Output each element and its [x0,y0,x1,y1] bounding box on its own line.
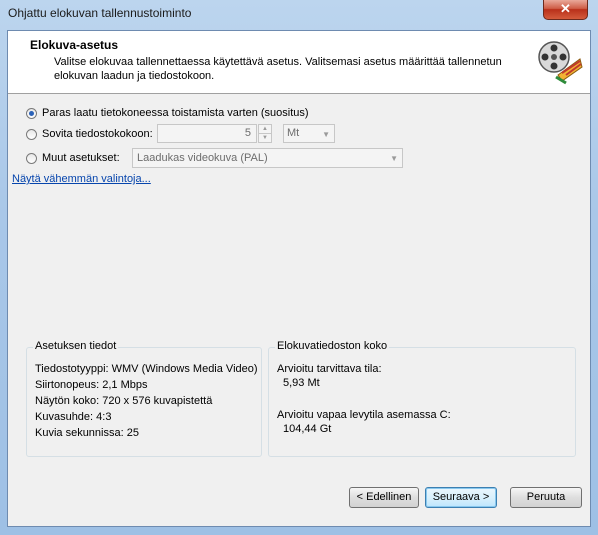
file-size-title: Elokuvatiedoston koko [275,340,390,352]
close-button[interactable]: ✕ [543,0,588,20]
file-size-input[interactable]: 5 [157,124,257,143]
size-unit-select[interactable]: Mt ▼ [283,124,335,143]
info-line: Tiedostotyyppi: WMV (Windows Media Video… [35,363,258,375]
required-space-value: 5,93 Mt [283,377,320,389]
page-title: Elokuva-asetus [30,38,119,52]
next-button[interactable]: Seuraava > [425,487,497,508]
settings-info-group: Asetuksen tiedot Tiedostotyyppi: WMV (Wi… [26,340,262,457]
free-space-label: Arvioitu vapaa levytila asemassa C: [277,409,451,421]
option-fit-size-label: Sovita tiedostokokoon: [42,128,153,140]
radio-other-settings[interactable] [26,152,37,164]
option-fit-size[interactable]: Sovita tiedostokokoon: [26,126,153,142]
page-description: Valitse elokuvaa tallennettaessa käytett… [54,56,502,82]
info-line: Siirtonopeus: 2,1 Mbps [35,379,148,391]
window-title: Ohjattu elokuvan tallennustoiminto [8,6,192,20]
info-line: Näytön koko: 720 x 576 kuvapistettä [35,395,213,407]
option-best-quality[interactable]: Paras laatu tietokoneessa toistamista va… [26,105,309,121]
info-line: Kuvasuhde: 4:3 [35,411,112,423]
option-best-quality-label: Paras laatu tietokoneessa toistamista va… [42,107,309,119]
preset-value: Laadukas videokuva (PAL) [137,152,268,164]
radio-fit-size[interactable] [26,128,37,140]
film-reel-icon [538,41,583,85]
info-line: Kuvia sekunnissa: 25 [35,427,139,439]
size-unit-value: Mt [287,127,300,139]
spin-down-icon[interactable]: ▼ [258,133,272,143]
wizard-body: Elokuva-asetus Valitse elokuvaa tallenne… [7,30,591,527]
required-space-label: Arvioitu tarvittava tila: [277,363,382,375]
chevron-down-icon: ▼ [390,154,398,163]
option-other-settings[interactable]: Muut asetukset: [26,150,120,166]
chevron-down-icon: ▼ [322,130,330,139]
wizard-window: Ohjattu elokuvan tallennustoiminto ✕ Elo… [0,0,598,535]
show-fewer-options-link[interactable]: Näytä vähemmän valintoja... [12,173,151,185]
radio-best-quality[interactable] [26,107,37,119]
settings-info-title: Asetuksen tiedot [33,340,119,352]
free-space-value: 104,44 Gt [283,423,332,435]
wizard-header: Elokuva-asetus Valitse elokuvaa tallenne… [8,31,590,94]
option-other-label: Muut asetukset: [42,152,120,164]
file-size-group: Elokuvatiedoston koko Arvioitu tarvittav… [268,340,576,457]
back-button[interactable]: < Edellinen [349,487,419,508]
preset-select[interactable]: Laadukas videokuva (PAL) ▼ [132,148,403,168]
title-bar[interactable]: Ohjattu elokuvan tallennustoiminto ✕ [0,0,598,28]
cancel-button[interactable]: Peruuta [510,487,582,508]
